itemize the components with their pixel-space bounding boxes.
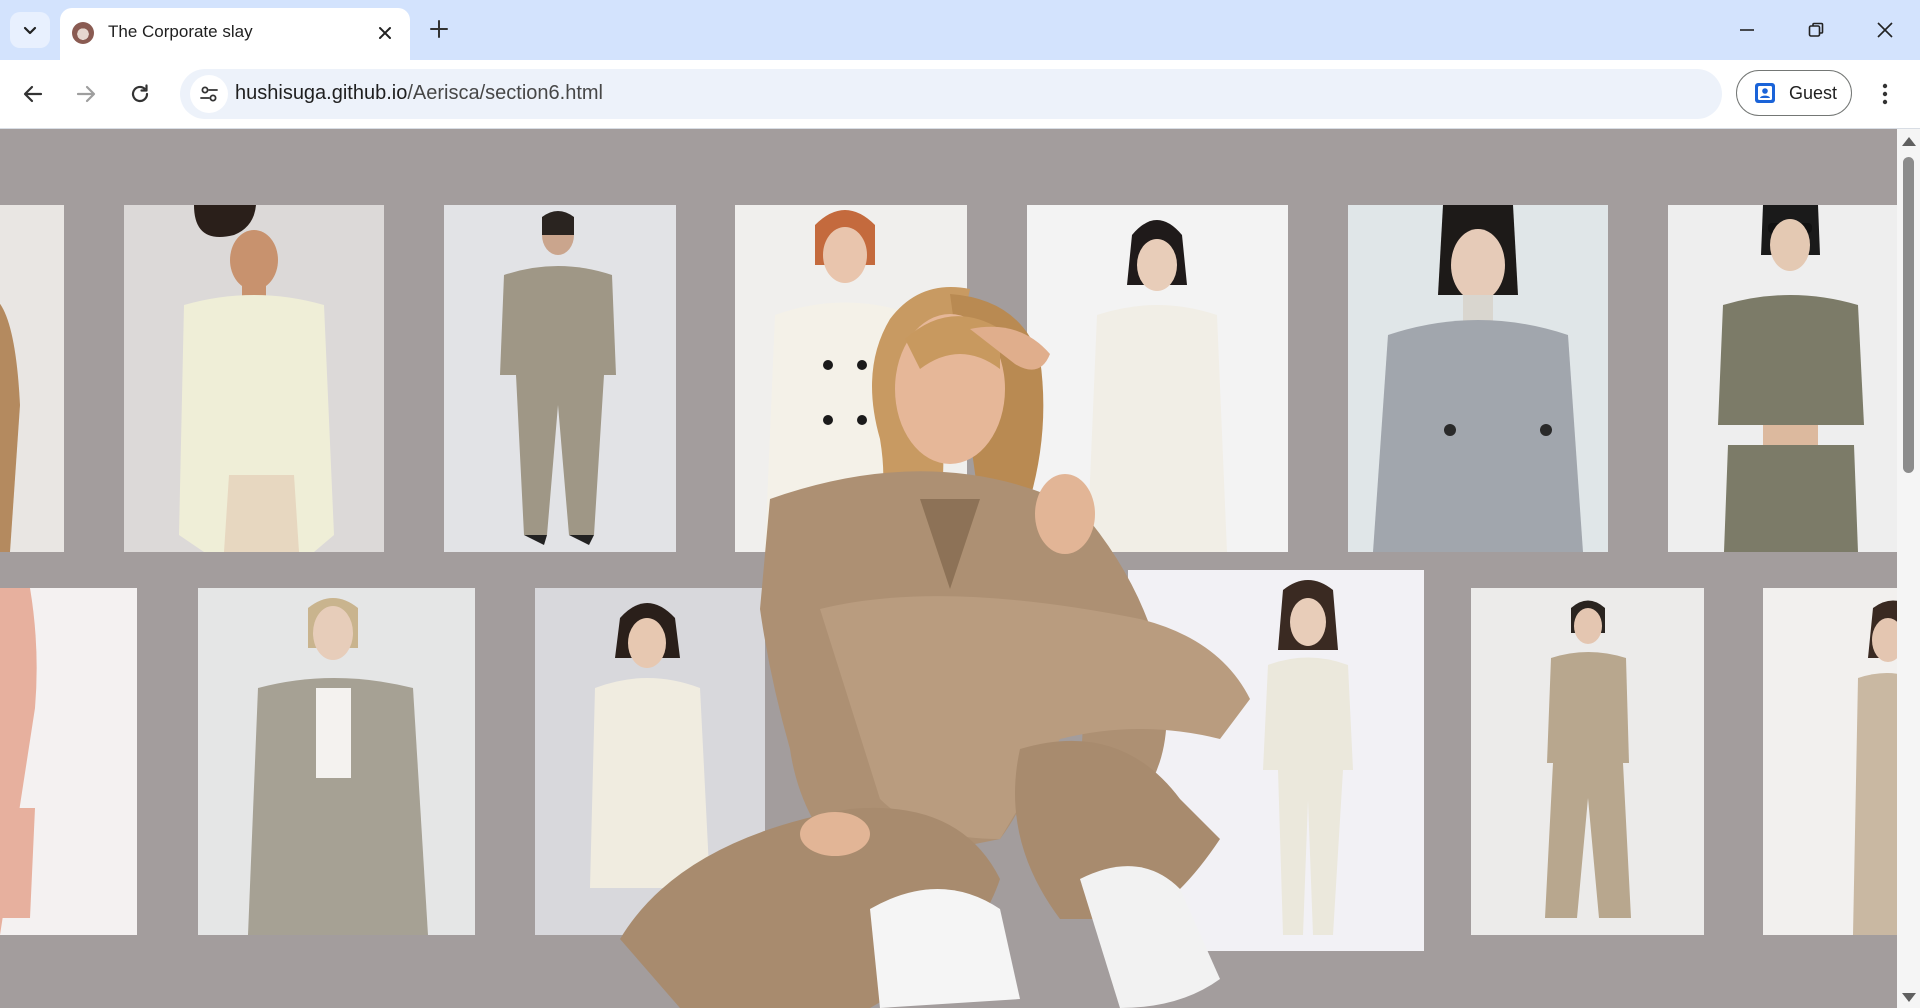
page-scrollbar[interactable]: [1897, 129, 1920, 1008]
olive-cropped-blazer-model-image: [1668, 205, 1897, 552]
close-icon: [1877, 22, 1893, 38]
kebab-menu-icon: [1882, 83, 1888, 105]
chevron-down-icon: [23, 26, 37, 35]
grey-cropped-blazer-model-image: [1348, 205, 1608, 552]
address-bar[interactable]: hushisuga.github.io/Aerisca/section6.htm…: [180, 69, 1722, 119]
minimize-button[interactable]: [1722, 10, 1772, 50]
scroll-down-arrow-icon[interactable]: [1902, 993, 1916, 1002]
browser-toolbar: hushisuga.github.io/Aerisca/section6.htm…: [0, 60, 1920, 129]
url-host: hushisuga.github.io: [235, 82, 408, 104]
reload-button[interactable]: [122, 76, 158, 112]
restore-button[interactable]: [1791, 10, 1841, 50]
close-icon: [379, 27, 391, 39]
restore-icon: [1808, 22, 1824, 37]
profile-button[interactable]: Guest: [1736, 70, 1852, 116]
hero-woman-in-beige-suit-image: [620, 287, 1250, 1008]
beige-belted-suit-model-image: [1471, 588, 1704, 935]
camel-blazer-model-image: [0, 205, 64, 552]
gallery-card-row1-2: [124, 205, 384, 552]
gallery-card-row1-7: [1668, 205, 1897, 552]
scroll-up-arrow-icon[interactable]: [1902, 137, 1916, 146]
tab-title: The Corporate slay: [108, 22, 253, 41]
active-tab[interactable]: The Corporate slay: [60, 8, 410, 60]
pink-suit-model-image: [0, 588, 137, 935]
gallery-card-row2-6: [1763, 588, 1897, 935]
scrollbar-thumb[interactable]: [1903, 157, 1914, 473]
gallery-card-row2-1: [0, 588, 137, 935]
url-text: hushisuga.github.io/Aerisca/section6.htm…: [235, 82, 603, 105]
gallery-card-row1-1: [0, 205, 64, 552]
gallery-card-row2-2: [198, 588, 475, 935]
person-badge-icon: [1755, 83, 1775, 103]
page-viewport: [0, 129, 1897, 1008]
back-button[interactable]: [15, 76, 51, 112]
grey-blazer-model-image: [198, 588, 475, 935]
gallery-card-row2-5: [1471, 588, 1704, 935]
arrow-right-icon: [76, 85, 96, 103]
gallery-card-row1-6: [1348, 205, 1608, 552]
forward-button[interactable]: [68, 76, 104, 112]
tab-close-button[interactable]: [372, 20, 398, 46]
tab-strip: The Corporate slay: [0, 0, 1920, 60]
close-window-button[interactable]: [1860, 10, 1910, 50]
plus-icon: [430, 20, 448, 38]
beige-blazer-model-image: [1763, 588, 1897, 935]
site-favicon: [72, 22, 94, 44]
profile-label: Guest: [1789, 82, 1838, 103]
site-info-button[interactable]: [190, 75, 228, 113]
new-tab-button[interactable]: [422, 12, 456, 46]
reload-icon: [131, 84, 149, 103]
browser-menu-button[interactable]: [1868, 77, 1902, 111]
arrow-left-icon: [23, 85, 43, 103]
tab-search-button[interactable]: [10, 12, 50, 48]
tune-icon: [200, 86, 218, 102]
url-path: /Aerisca/section6.html: [407, 82, 603, 104]
cream-wrap-blazer-model-image: [124, 205, 384, 552]
minimize-icon: [1740, 29, 1754, 31]
